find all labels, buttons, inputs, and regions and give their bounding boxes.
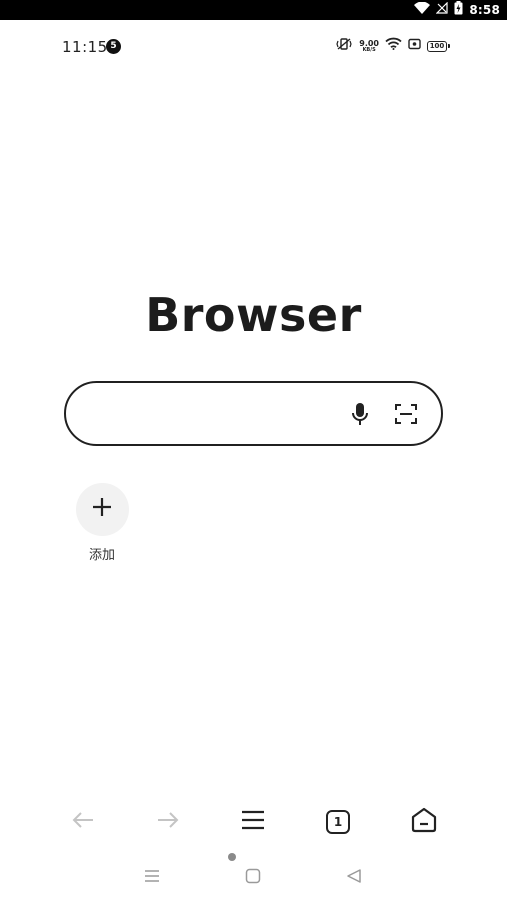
phone-status-icons: 9.00 KB/S 100 (335, 37, 450, 56)
add-shortcut-button[interactable] (75, 483, 129, 536)
page-indicator (228, 853, 236, 861)
wifi-icon (414, 1, 431, 19)
search-bar[interactable] (64, 381, 443, 446)
phone-status-bar: 11:15 5 9.00 KB/S 100 (0, 34, 507, 58)
system-status-bar: 8:58 (0, 0, 507, 20)
menu-icon (241, 810, 265, 835)
tabs-icon: 1 (326, 810, 350, 834)
battery-icon: 100 (427, 40, 450, 52)
home-nav-button[interactable] (239, 866, 267, 890)
back-button[interactable] (61, 800, 105, 844)
screen-record-icon (408, 37, 421, 55)
recents-button[interactable] (138, 866, 166, 890)
back-triangle-icon (346, 868, 362, 889)
back-nav-button[interactable] (340, 866, 368, 890)
forward-arrow-icon (157, 811, 179, 834)
wifi-icon (385, 37, 402, 55)
notification-badge: 5 (106, 39, 121, 54)
browser-logo-text: Browser (145, 288, 362, 342)
system-status-icons: 8:58 (414, 0, 500, 20)
scan-icon[interactable] (393, 401, 419, 427)
add-shortcut-label: 添加 (88, 548, 115, 563)
no-signal-icon (435, 1, 448, 19)
home-button[interactable] (402, 800, 446, 844)
plus-icon (92, 497, 112, 522)
tabs-button[interactable]: 1 (316, 800, 360, 844)
home-square-icon (245, 868, 261, 889)
network-speed-unit: KB/S (362, 46, 376, 53)
vibrate-icon (335, 37, 353, 56)
recents-icon (144, 869, 160, 888)
forward-button[interactable] (146, 800, 190, 844)
menu-button[interactable] (231, 800, 275, 844)
status-clock: 11:15 (62, 38, 108, 56)
navigation-bar (0, 864, 507, 892)
search-input[interactable] (90, 397, 340, 429)
back-arrow-icon (72, 811, 94, 834)
add-shortcut[interactable]: 添加 (74, 483, 130, 563)
microphone-icon[interactable] (347, 401, 373, 427)
system-time: 8:58 (469, 3, 500, 17)
home-icon (411, 807, 437, 838)
browser-toolbar: 1 (0, 800, 507, 844)
browser-logo: Browser (0, 288, 507, 342)
network-speed: 9.00 KB/S (359, 39, 379, 53)
battery-charging-icon (454, 0, 463, 20)
